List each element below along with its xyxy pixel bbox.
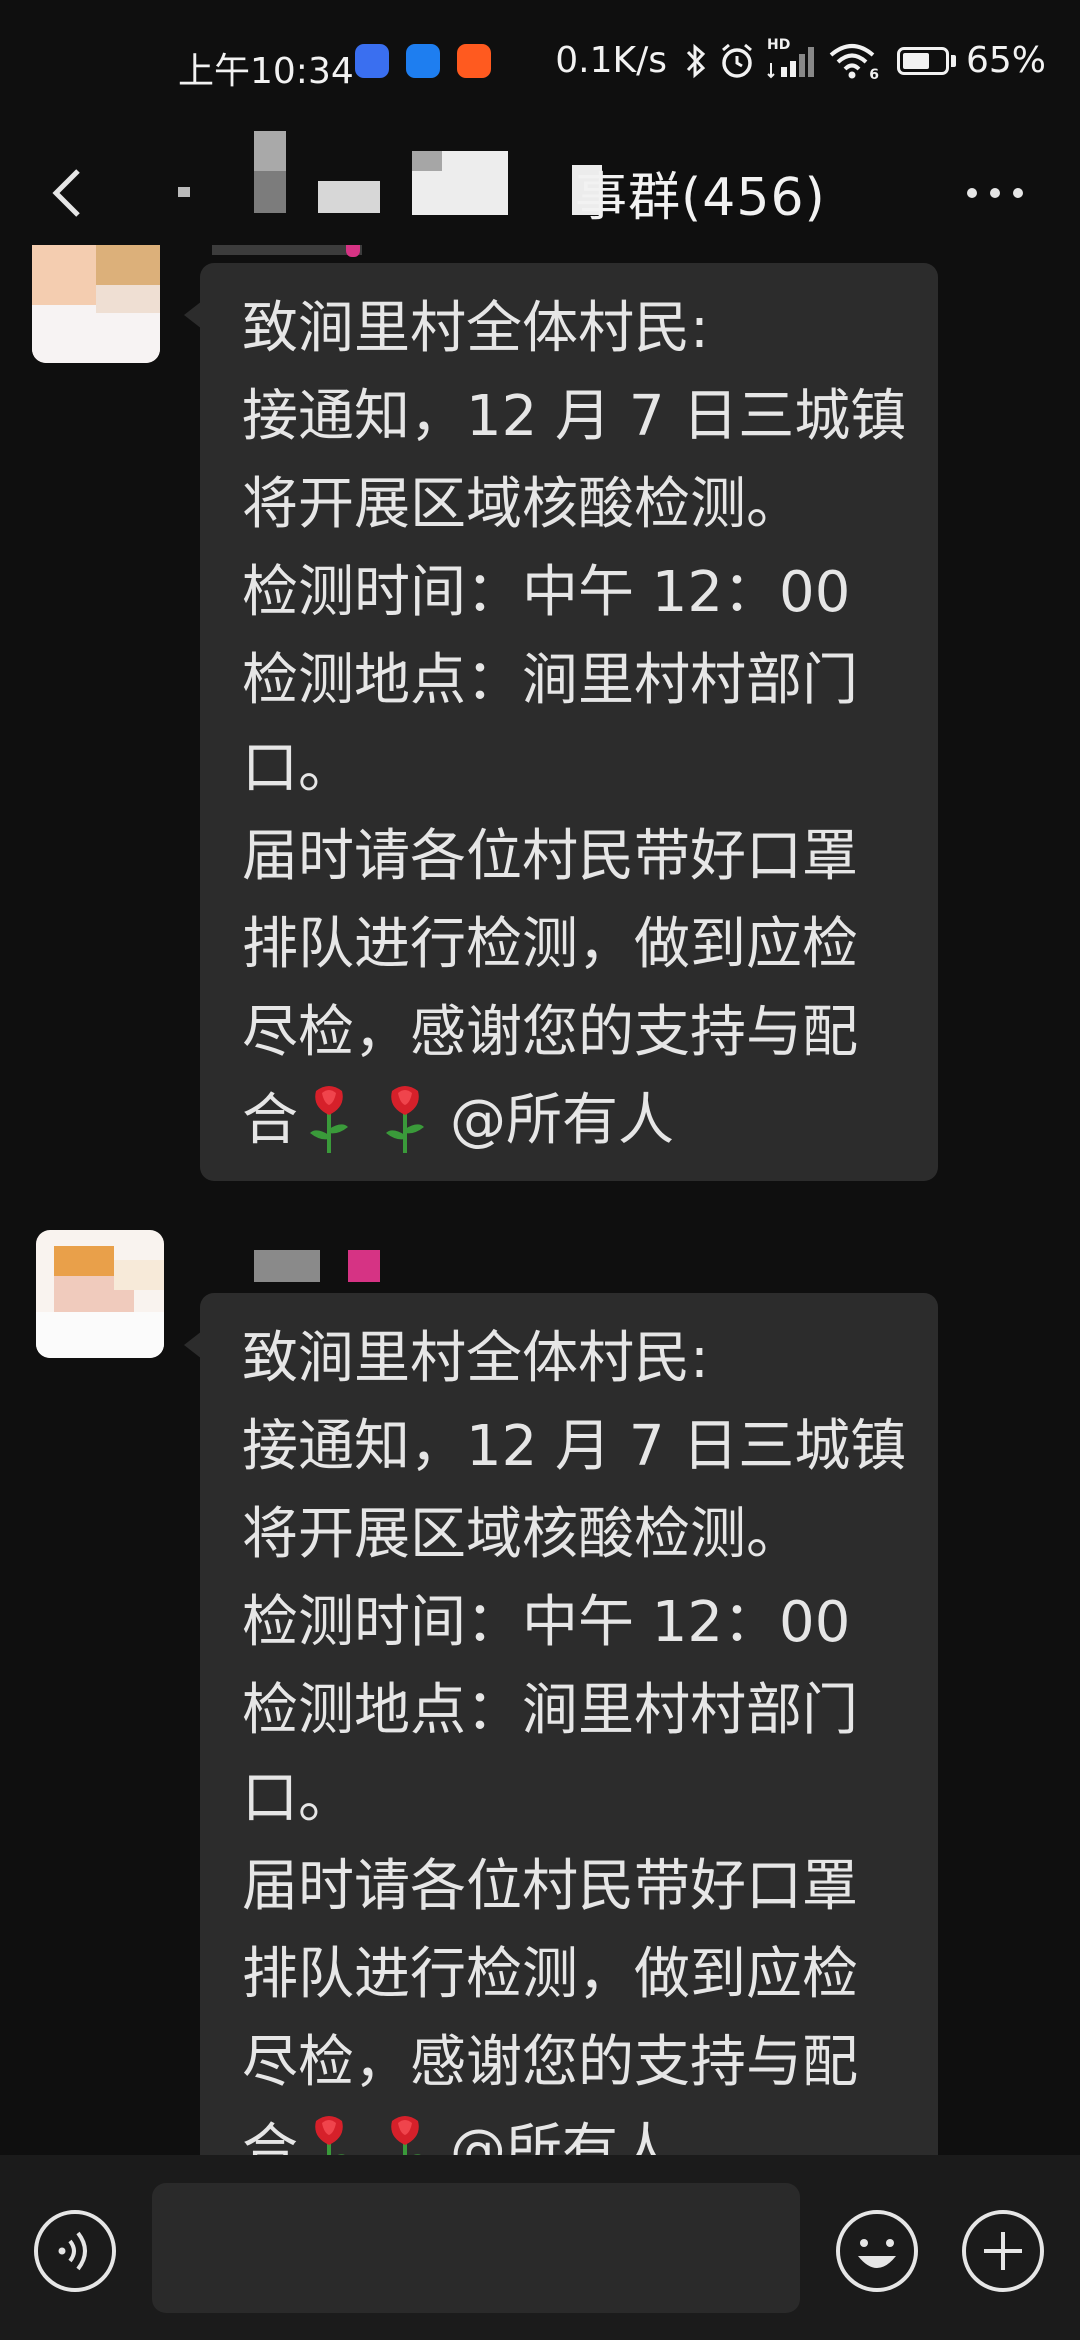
app-notification-icon bbox=[457, 44, 491, 78]
message-line: 致涧里村全体村民: bbox=[242, 296, 709, 361]
status-time: 上午10:34 bbox=[178, 51, 354, 92]
message-line: 排队进行检测，做到应检 bbox=[242, 912, 858, 977]
message-line: 接通知，12 月 7 日三城镇 bbox=[242, 1414, 907, 1479]
rose-icon bbox=[315, 2116, 345, 2155]
message-line: 尽检，感谢您的支持与配 bbox=[242, 1000, 858, 1065]
rose-icon bbox=[310, 1086, 348, 1153]
app-notification-icon bbox=[355, 44, 389, 78]
avatar[interactable] bbox=[36, 1230, 164, 1358]
plus-icon[interactable] bbox=[960, 2208, 1046, 2294]
rose-icon bbox=[391, 2116, 421, 2155]
message-bubble[interactable]: 致涧里村全体村民: 接通知，12 月 7 日三城镇 将开展区域核酸检测。 检测时… bbox=[184, 263, 938, 1181]
message-line: 检测时间：中午 12：00 bbox=[242, 1590, 851, 1655]
app-notification-icon bbox=[406, 44, 440, 78]
battery-percent: 65% bbox=[965, 40, 1046, 81]
message-last-line: 合 @所有人 bbox=[242, 2107, 908, 2155]
net-speed: 0.1K/s bbox=[555, 40, 667, 81]
bubble-tail bbox=[184, 301, 202, 329]
wifi-icon: 6 bbox=[829, 41, 879, 83]
more-dots-icon[interactable] bbox=[960, 173, 1030, 213]
chat-area[interactable]: 致涧里村全体村民: 接通知，12 月 7 日三城镇 将开展区域核酸检测。 检测时… bbox=[0, 245, 1080, 2155]
mention-text: @所有人 bbox=[450, 1088, 674, 1153]
sender-name-redacted bbox=[212, 245, 362, 255]
status-bar: 上午10:34 0.1K/s HD 6 65% bbox=[0, 0, 1080, 125]
battery-fill bbox=[902, 52, 929, 69]
bubble-tail bbox=[184, 1331, 202, 1359]
input-bar bbox=[0, 2155, 1080, 2340]
message-line: 检测地点：涧里村村部门 bbox=[242, 648, 858, 713]
sender-badge bbox=[348, 1250, 380, 1282]
avatar[interactable] bbox=[32, 245, 160, 363]
message-line: 届时请各位村民带好口罩 bbox=[242, 1854, 858, 1919]
message-line: 届时请各位村民带好口罩 bbox=[242, 824, 858, 889]
group-title: 事群(456) bbox=[575, 168, 826, 228]
voice-icon[interactable] bbox=[32, 2208, 118, 2294]
message-line: 致涧里村全体村民: bbox=[242, 1326, 709, 1391]
message-text: 合 bbox=[242, 1088, 298, 1153]
mention-text: @所有人 bbox=[450, 2118, 674, 2155]
wifi-label: 6 bbox=[869, 66, 879, 83]
bluetooth-icon bbox=[686, 43, 706, 78]
message-line: 将开展区域核酸检测。 bbox=[242, 1502, 802, 1567]
rose-icon bbox=[386, 1086, 424, 1153]
sender-name-redacted bbox=[254, 1250, 320, 1282]
message-input[interactable] bbox=[152, 2183, 800, 2313]
message-line: 尽检，感谢您的支持与配 bbox=[242, 2030, 858, 2095]
battery-icon bbox=[896, 46, 956, 75]
sender-badge bbox=[346, 245, 360, 257]
message-line: 检测时间：中午 12：00 bbox=[242, 560, 851, 625]
message-line: 排队进行检测，做到应检 bbox=[242, 1942, 858, 2007]
alarm-icon bbox=[722, 43, 752, 78]
message-line: 口。 bbox=[242, 736, 354, 801]
message-last-line: 合 @所有人 bbox=[242, 1077, 908, 1165]
message-line: 检测地点：涧里村村部门 bbox=[242, 1678, 858, 1743]
chevron-left-icon[interactable] bbox=[40, 163, 96, 223]
emoji-icon[interactable] bbox=[834, 2208, 920, 2294]
message-text: 合 bbox=[242, 2118, 298, 2155]
status-right: 0.1K/s HD 6 65% bbox=[555, 37, 1046, 83]
chat-header: 事群(456) bbox=[0, 125, 1080, 255]
signal-icon: HD bbox=[767, 37, 819, 81]
message-bubble[interactable]: 致涧里村全体村民: 接通知，12 月 7 日三城镇 将开展区域核酸检测。 检测时… bbox=[184, 1293, 938, 2155]
message-line: 接通知，12 月 7 日三城镇 bbox=[242, 384, 907, 449]
message-line: 将开展区域核酸检测。 bbox=[242, 472, 802, 537]
message-line: 口。 bbox=[242, 1766, 354, 1831]
